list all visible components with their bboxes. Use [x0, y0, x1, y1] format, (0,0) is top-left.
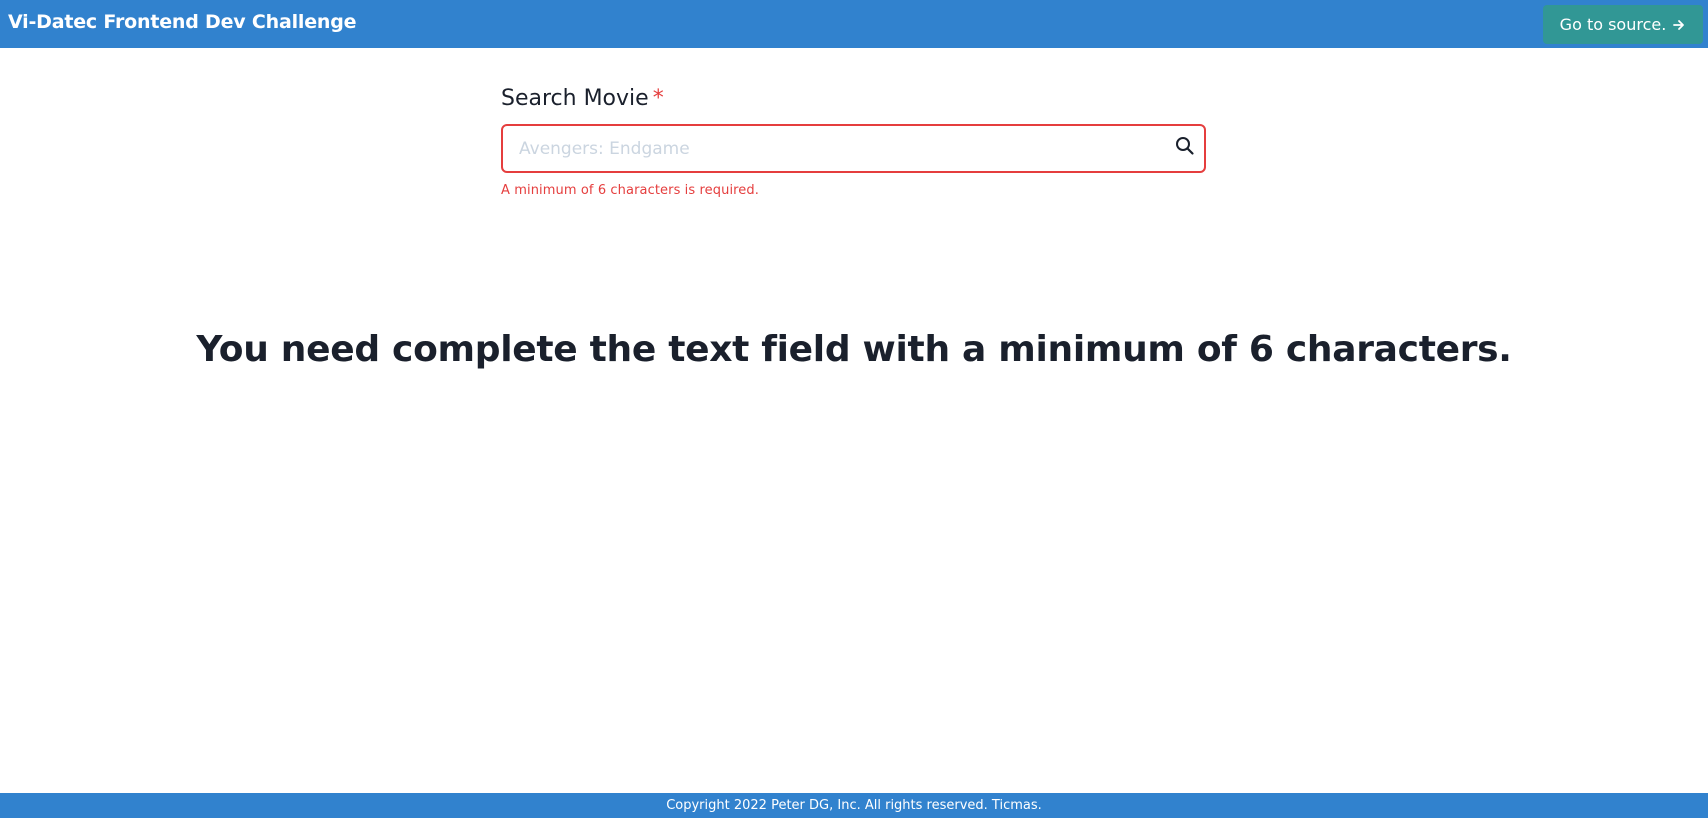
instruction-message: You need complete the text field with a … [196, 329, 1512, 370]
search-movie-label: Search Movie * [501, 86, 664, 111]
arrow-right-icon [1672, 18, 1686, 32]
required-indicator: * [652, 86, 664, 111]
app-title: Vi-Datec Frontend Dev Challenge [8, 11, 357, 33]
search-movie-label-text: Search Movie [501, 86, 649, 111]
search-icon[interactable] [1174, 135, 1196, 157]
search-input-wrapper [501, 124, 1206, 173]
footer: Copyright 2022 Peter DG, Inc. All rights… [0, 793, 1708, 818]
search-form: Search Movie* A minimum of 6 characters … [501, 84, 1206, 198]
page: Vi-Datec Frontend Dev Challenge Go to so… [0, 0, 1708, 818]
top-header: Vi-Datec Frontend Dev Challenge Go to so… [0, 0, 1708, 48]
search-input[interactable] [501, 124, 1206, 173]
go-to-source-button[interactable]: Go to source. [1543, 5, 1703, 44]
go-to-source-label: Go to source. [1559, 15, 1667, 34]
validation-error-message: A minimum of 6 characters is required. [501, 183, 759, 198]
copyright-text: Copyright 2022 Peter DG, Inc. All rights… [666, 798, 1042, 813]
